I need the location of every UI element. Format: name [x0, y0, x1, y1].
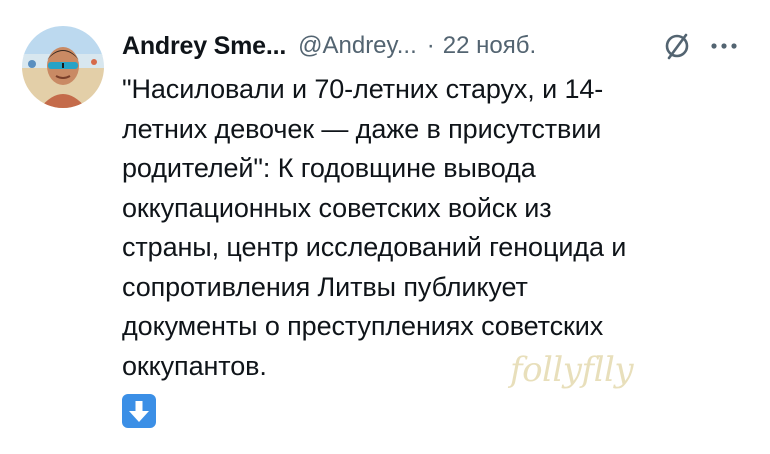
tweet[interactable]: Andrey Sme... @Andrey... · 22 нояб. "Нас…: [0, 0, 770, 454]
more-horizontal-icon[interactable]: [708, 36, 740, 56]
tweet-text-line: сопротивления Литвы публикует: [122, 271, 528, 302]
author-display-name[interactable]: Andrey Sme...: [122, 32, 286, 61]
down-arrow-emoji-icon: [122, 394, 156, 428]
tweet-text-line: документы о преступлениях советских: [122, 311, 604, 341]
tweet-text-line: летних девочек — даже в присутствии: [122, 113, 602, 144]
tweet-text-line: родителей": К годовщине вывода: [122, 153, 536, 183]
tweet-text-line: страны, центр исследований геноцида и: [122, 232, 627, 262]
author-handle[interactable]: @Andrey...: [298, 32, 417, 60]
tweet-text: "Насиловали и 70-летних старух, и 14- ле…: [122, 70, 742, 386]
separator-dot: ·: [426, 32, 435, 59]
avatar[interactable]: [22, 26, 104, 108]
watermark: follyflly: [510, 350, 634, 390]
tweet-text-line: оккупантов.: [122, 350, 267, 381]
tweet-text-line: "Насиловали и 70-летних старух, и 14-: [122, 74, 604, 104]
tweet-date[interactable]: 22 нояб.: [443, 32, 536, 60]
grok-slash-icon[interactable]: [662, 31, 692, 61]
tweet-header: Andrey Sme... @Andrey... · 22 нояб.: [122, 28, 752, 64]
tweet-text-line: оккупационных советских войск из: [122, 192, 552, 223]
